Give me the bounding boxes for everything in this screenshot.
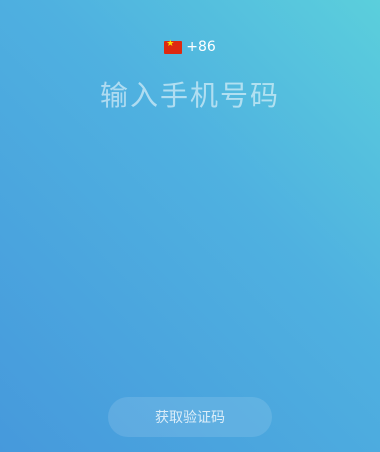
phone-number-input[interactable] [40, 72, 340, 118]
country-code-selector[interactable]: +86 [0, 37, 380, 57]
country-code-label: +86 [186, 39, 216, 55]
china-flag-icon [164, 38, 183, 54]
get-verification-code-button[interactable]: 获取验证码 [108, 397, 272, 437]
